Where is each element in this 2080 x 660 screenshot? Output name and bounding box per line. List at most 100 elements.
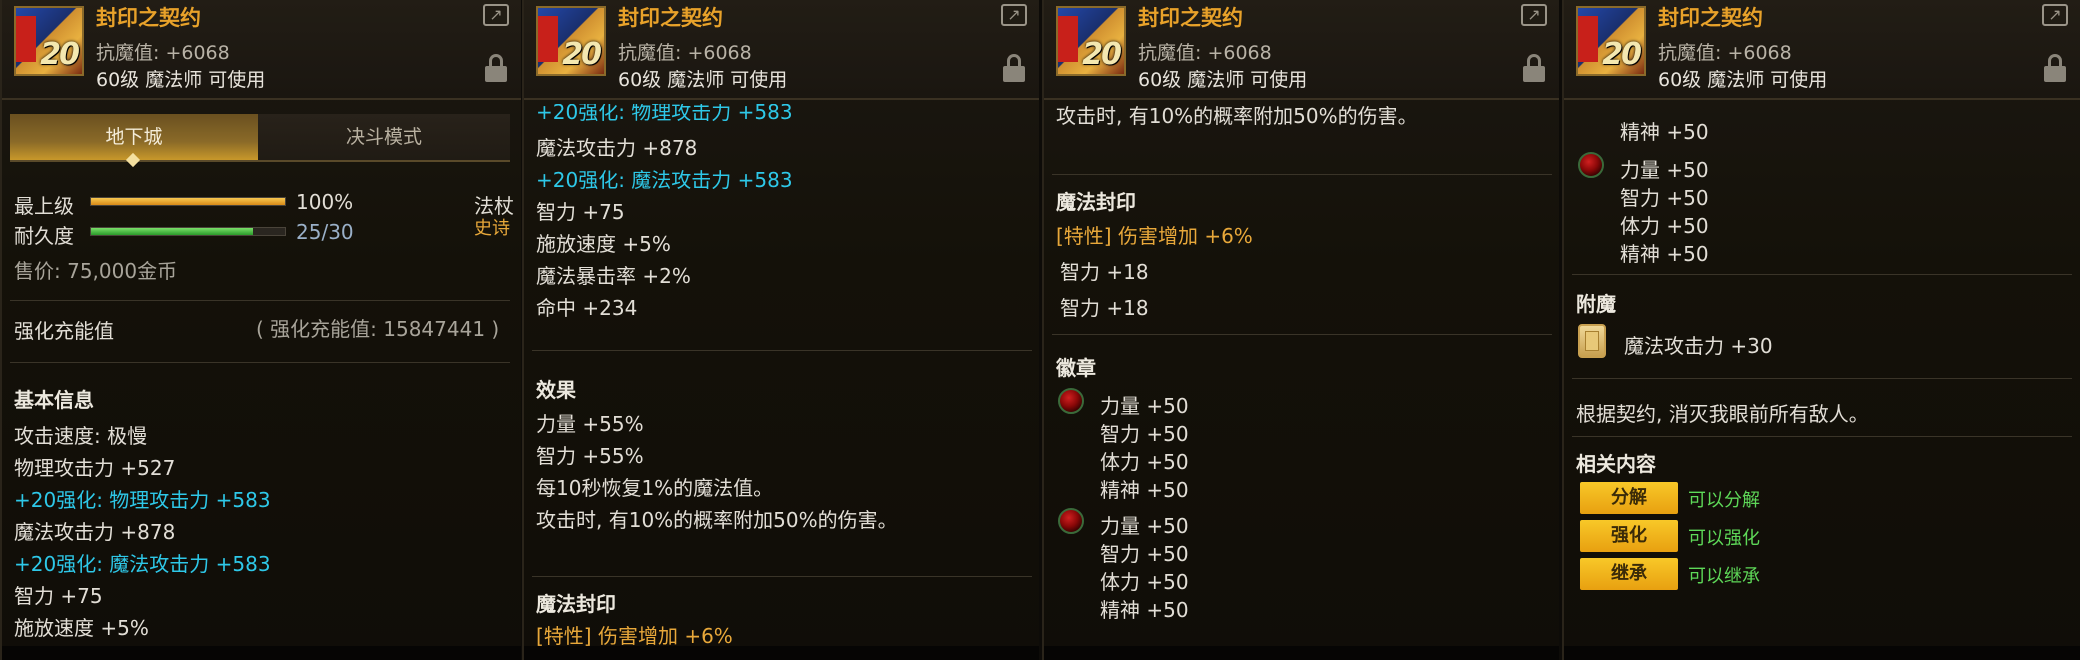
emblem-stat: 体力 +50	[1100, 570, 1189, 594]
bottom-strip	[2, 646, 521, 660]
inherit-button[interactable]: 继承	[1580, 558, 1678, 590]
red-emblem-icon	[1578, 152, 1604, 178]
durability-bar-fill	[91, 228, 253, 235]
stat-line: +20强化: 物理攻击力 +583	[14, 488, 271, 512]
item-header: 20 封印之契约 抗魔值: +6068 60级 魔法师 可使用 ↗	[524, 0, 1039, 100]
red-emblem-icon	[1058, 388, 1084, 414]
lock-icon[interactable]	[1003, 54, 1025, 82]
related-status: 可以继承	[1688, 566, 1760, 587]
share-icon[interactable]: ↗	[1521, 4, 1547, 26]
lock-icon[interactable]	[2044, 54, 2066, 82]
related-title: 相关内容	[1576, 452, 1656, 476]
anti-magic-value: 抗魔值: +6068	[1138, 42, 1272, 64]
share-icon[interactable]: ↗	[483, 4, 509, 26]
share-icon[interactable]: ↗	[1001, 4, 1027, 26]
usable-class: 60级 魔法师 可使用	[96, 69, 266, 91]
seal-title: 魔法封印	[536, 592, 616, 616]
seal-line: 智力 +18	[1060, 296, 1149, 320]
tab-duel-mode[interactable]: 决斗模式	[258, 114, 510, 160]
effect-line: 攻击时, 有10%的概率附加50%的伤害。	[536, 508, 898, 532]
stat-line: 智力 +75	[14, 584, 103, 608]
basic-info-title: 基本信息	[14, 388, 94, 412]
price: 售价: 75,000金币	[14, 259, 178, 283]
stat-line: 智力 +75	[536, 200, 625, 224]
stat-line: 攻击速度: 极慢	[14, 424, 148, 448]
durability-label: 耐久度	[14, 224, 74, 248]
item-header: 20 封印之契约 抗魔值: +6068 60级 魔法师 可使用 ↗	[1564, 0, 2080, 100]
tooltip-panel-3: 20 封印之契约 抗魔值: +6068 60级 魔法师 可使用 ↗ 攻击时, 有…	[1042, 0, 1559, 660]
bottom-strip	[1044, 646, 1559, 660]
divider	[532, 350, 1032, 351]
divider	[1572, 274, 2072, 275]
grade-bar	[90, 197, 286, 206]
red-emblem-icon	[1058, 508, 1084, 534]
divider	[1572, 378, 2072, 379]
emblem-stat: 体力 +50	[1620, 214, 1709, 238]
divider	[532, 576, 1032, 577]
divider	[1572, 436, 2072, 437]
item-name: 封印之契约	[618, 6, 723, 30]
item-name: 封印之契约	[1658, 6, 1763, 30]
stat-line: +20强化: 物理攻击力 +583	[536, 100, 793, 124]
effect-title: 效果	[536, 378, 576, 402]
emblem-stat: 智力 +50	[1100, 542, 1189, 566]
seal-trait-line: [特性] 伤害增加 +6%	[1056, 224, 1253, 248]
charge-label: 强化充能值	[14, 319, 114, 343]
item-icon: 20	[1056, 6, 1126, 76]
durability-value: 25/30	[296, 220, 354, 244]
related-status: 可以分解	[1688, 490, 1760, 511]
related-status: 可以强化	[1688, 528, 1760, 549]
flavor-text: 根据契约, 消灭我眼前所有敌人。	[1576, 402, 1869, 426]
item-icon: 20	[536, 6, 606, 76]
emblem-stat: 智力 +50	[1100, 422, 1189, 446]
enchant-card-icon	[1578, 324, 1606, 358]
emblem-stat: 力量 +50	[1620, 158, 1709, 182]
stat-line: 命中 +234	[536, 296, 638, 320]
divider	[10, 362, 510, 363]
tab-underline	[10, 160, 510, 162]
tooltip-panel-4: 20 封印之契约 抗魔值: +6068 60级 魔法师 可使用 ↗ 精神 +50…	[1562, 0, 2080, 660]
emblem-stat: 精神 +50	[1100, 478, 1189, 502]
emblem-stat: 精神 +50	[1620, 120, 1709, 144]
lock-icon[interactable]	[1523, 54, 1545, 82]
stat-line: 物理攻击力 +527	[14, 456, 176, 480]
reinforce-button[interactable]: 强化	[1580, 520, 1678, 552]
usable-class: 60级 魔法师 可使用	[1138, 69, 1308, 91]
disassemble-button[interactable]: 分解	[1580, 482, 1678, 514]
lock-icon[interactable]	[485, 54, 507, 82]
item-icon: 20	[14, 6, 84, 76]
bottom-strip	[524, 646, 1039, 660]
bottom-strip	[1564, 646, 2080, 660]
usable-class: 60级 魔法师 可使用	[618, 69, 788, 91]
anti-magic-value: 抗魔值: +6068	[96, 42, 230, 64]
charge-value: ( 强化充能值: 15847441 )	[256, 317, 500, 341]
emblem-stat: 智力 +50	[1620, 186, 1709, 210]
emblem-title: 徽章	[1056, 356, 1096, 380]
stat-line: +20强化: 魔法攻击力 +583	[14, 552, 271, 576]
divider	[1052, 174, 1552, 175]
emblem-stat: 精神 +50	[1620, 242, 1709, 266]
enchant-title: 附魔	[1576, 292, 1616, 316]
usable-class: 60级 魔法师 可使用	[1658, 69, 1828, 91]
anti-magic-value: 抗魔值: +6068	[618, 42, 752, 64]
emblem-stat: 体力 +50	[1100, 450, 1189, 474]
emblem-stat: 力量 +50	[1100, 394, 1189, 418]
share-icon[interactable]: ↗	[2042, 4, 2068, 26]
item-icon: 20	[1576, 6, 1646, 76]
anti-magic-value: 抗魔值: +6068	[1658, 42, 1792, 64]
grade-label: 最上级	[14, 194, 74, 218]
grade-value: 100%	[296, 190, 354, 214]
effect-line: 每10秒恢复1%的魔法值。	[536, 476, 774, 500]
effect-line: 攻击时, 有10%的概率附加50%的伤害。	[1056, 104, 1418, 128]
stat-line: 魔法暴击率 +2%	[536, 264, 691, 288]
seal-line: 智力 +18	[1060, 260, 1149, 284]
effect-line: 智力 +55%	[536, 444, 644, 468]
emblem-stat: 精神 +50	[1100, 598, 1189, 622]
item-name: 封印之契约	[1138, 6, 1243, 30]
tooltip-panel-1: 20 封印之契约 抗魔值: +6068 60级 魔法师 可使用 ↗ 地下城 决斗…	[0, 0, 521, 660]
tooltip-panel-2: 20 封印之契约 抗魔值: +6068 60级 魔法师 可使用 ↗ +20强化:…	[522, 0, 1039, 660]
emblem-stat: 力量 +50	[1100, 514, 1189, 538]
enchant-value: 魔法攻击力 +30	[1624, 334, 1773, 358]
stat-line: 施放速度 +5%	[536, 232, 671, 256]
divider	[10, 300, 510, 301]
